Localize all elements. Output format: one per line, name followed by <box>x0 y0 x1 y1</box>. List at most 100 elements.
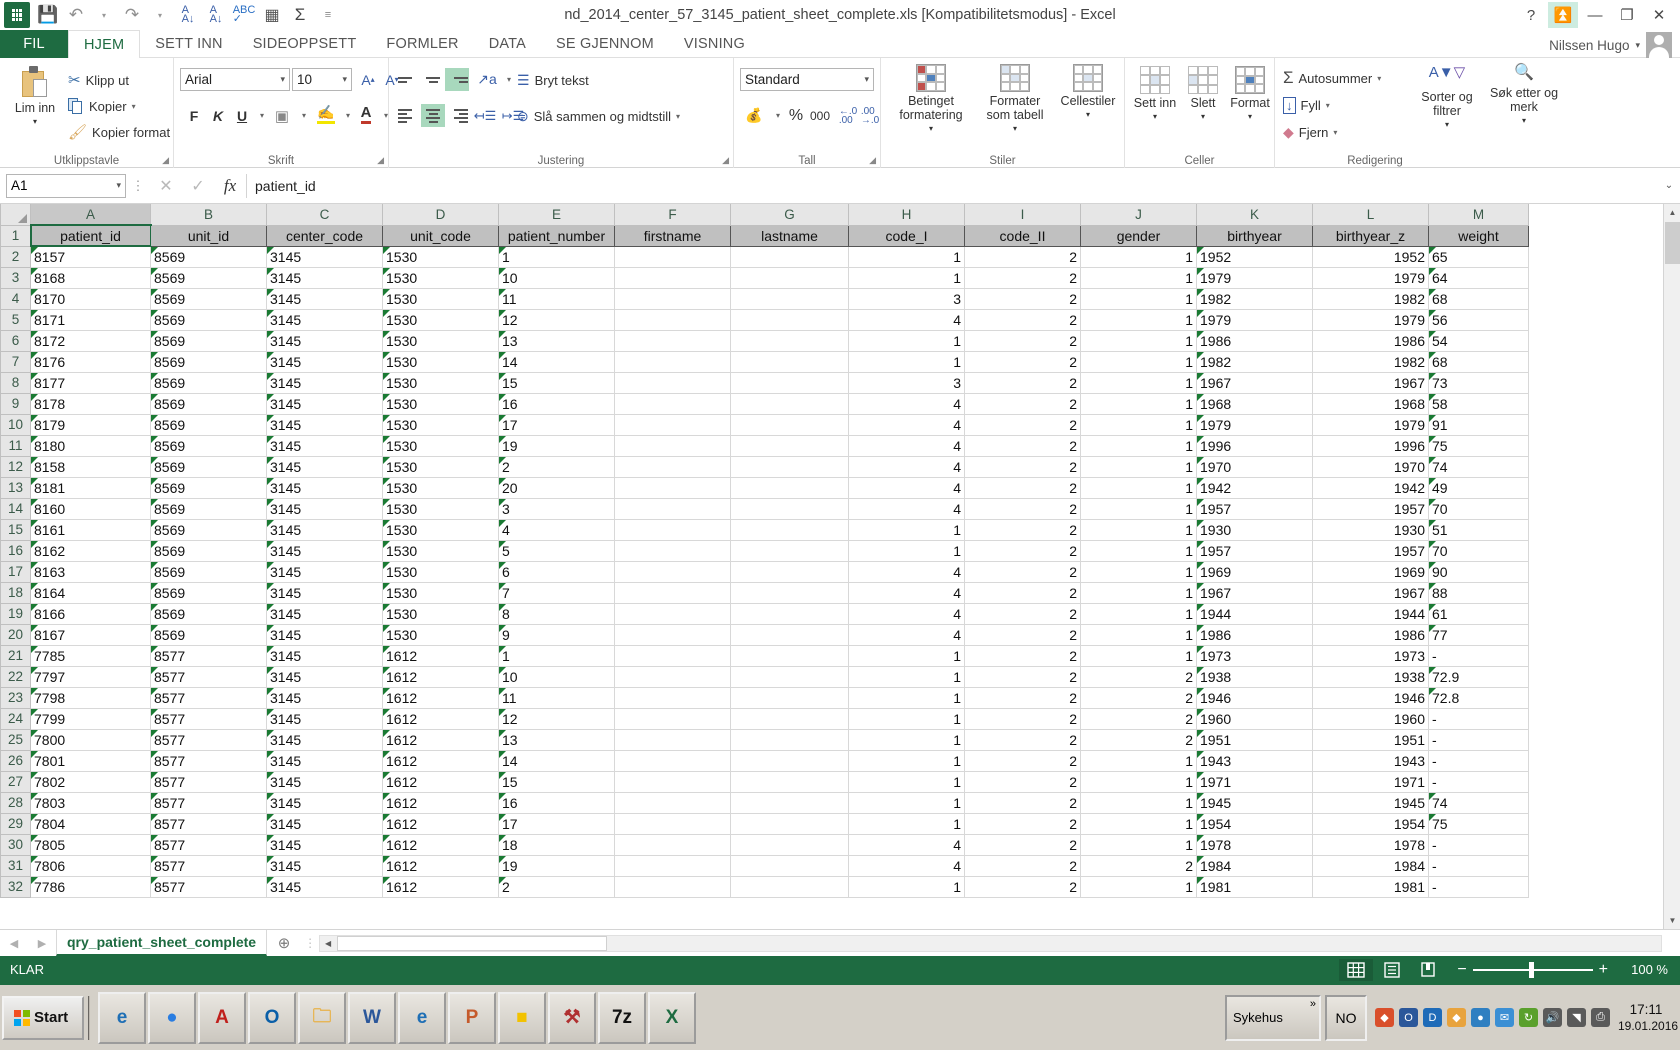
taskbar-powerpoint[interactable]: P <box>448 991 496 1044</box>
restore-icon[interactable]: ❐ <box>1612 2 1642 28</box>
cell-unit_id-27[interactable]: 8577 <box>150 770 267 793</box>
column-field-header-patient_number[interactable]: patient_number <box>498 224 615 247</box>
cell-styles-button[interactable]: Cellestiler ▾ <box>1057 64 1119 122</box>
formula-input[interactable]: patient_id <box>246 173 1658 198</box>
cell-gender-32[interactable]: 1 <box>1080 875 1197 898</box>
cell-code_II-11[interactable]: 2 <box>964 434 1081 457</box>
cell-birthyear_z-28[interactable]: 1945 <box>1312 791 1429 814</box>
cell-gender-21[interactable]: 1 <box>1080 644 1197 667</box>
cell-lastname-20[interactable] <box>730 623 849 646</box>
cell-lastname-2[interactable] <box>730 245 849 268</box>
cell-lastname-12[interactable] <box>730 455 849 478</box>
tray-globe-icon[interactable]: ● <box>1471 1008 1490 1027</box>
table-row[interactable]: 27 7802 8577 3145 1612 15 1 2 1 1971 1971- <box>0 770 1529 793</box>
cell-code_II-24[interactable]: 2 <box>964 707 1081 730</box>
cell-weight-21[interactable]: - <box>1428 644 1529 667</box>
cell-gender-28[interactable]: 1 <box>1080 791 1197 814</box>
cell-unit_id-14[interactable]: 8569 <box>150 497 267 520</box>
cell-birthyear_z-3[interactable]: 1979 <box>1312 266 1429 289</box>
undo-dropdown-icon[interactable]: ▾ <box>90 1 118 29</box>
cell-code_II-5[interactable]: 2 <box>964 308 1081 331</box>
wrap-text-button[interactable]: ☰ Bryt tekst <box>517 68 589 92</box>
column-field-header-code_II[interactable]: code_II <box>964 224 1081 247</box>
table-row[interactable]: 20 8167 8569 3145 1530 9 4 2 1 1986 1986 77 <box>0 623 1529 646</box>
row-header-9[interactable]: 9 <box>0 392 31 415</box>
cell-gender-15[interactable]: 1 <box>1080 518 1197 541</box>
cell-patient_id-11[interactable]: 8180 <box>30 434 151 457</box>
cell-birthyear_z-4[interactable]: 1982 <box>1312 287 1429 310</box>
table-row[interactable]: 12 8158 8569 3145 1530 2 4 2 1 1970 1970 74 <box>0 455 1529 478</box>
cell-unit_code-19[interactable]: 1530 <box>382 602 499 625</box>
alignment-dialog-launcher[interactable]: ◢ <box>722 155 729 166</box>
table-row[interactable]: 8 8177 8569 3145 1530 15 3 2 1 1967 1967 73 <box>0 371 1529 394</box>
cell-code_I-5[interactable]: 4 <box>848 308 965 331</box>
table-row[interactable]: 18 8164 8569 3145 1530 7 4 2 1 1967 1967 88 <box>0 581 1529 604</box>
table-row[interactable]: 5 8171 8569 3145 1530 12 4 2 1 1979 1979 56 <box>0 308 1529 331</box>
cell-birthyear-2[interactable]: 1952 <box>1196 245 1313 268</box>
align-right-button[interactable] <box>445 104 469 127</box>
cell-code_II-13[interactable]: 2 <box>964 476 1081 499</box>
tray-shield-icon[interactable]: ◆ <box>1447 1008 1466 1027</box>
cell-firstname-13[interactable] <box>614 476 731 499</box>
cell-lastname-30[interactable] <box>730 833 849 856</box>
cell-weight-3[interactable]: 64 <box>1428 266 1529 289</box>
cell-birthyear-29[interactable]: 1954 <box>1196 812 1313 835</box>
vertical-scrollbar[interactable]: ▲ ▼ <box>1663 204 1680 929</box>
cell-code_I-29[interactable]: 1 <box>848 812 965 835</box>
borders-dropdown-icon[interactable]: ▾ <box>292 104 316 127</box>
page-layout-view-button[interactable] <box>1375 959 1409 981</box>
column-header-G[interactable]: G <box>730 204 849 226</box>
worksheet-grid[interactable]: A B C D E F G H I J K L M 1 patient_id uni… <box>0 204 1680 929</box>
cell-unit_id-4[interactable]: 8569 <box>150 287 267 310</box>
cell-patient_number-21[interactable]: 1 <box>498 644 615 667</box>
cell-weight-27[interactable]: - <box>1428 770 1529 793</box>
cell-weight-31[interactable]: - <box>1428 854 1529 877</box>
cell-gender-22[interactable]: 2 <box>1080 665 1197 688</box>
start-button[interactable]: Start <box>2 995 84 1040</box>
format-cells-button[interactable]: Format ▾ <box>1227 66 1273 124</box>
cell-lastname-27[interactable] <box>730 770 849 793</box>
cell-birthyear_z-21[interactable]: 1973 <box>1312 644 1429 667</box>
conditional-dropdown-icon[interactable]: ▾ <box>929 122 933 136</box>
sort-descending-icon[interactable]: A A↓ <box>202 1 230 29</box>
cell-birthyear_z-19[interactable]: 1944 <box>1312 602 1429 625</box>
cell-gender-5[interactable]: 1 <box>1080 308 1197 331</box>
insert-dropdown-icon[interactable]: ▾ <box>1153 110 1157 124</box>
tray-mail-icon[interactable]: ✉ <box>1495 1008 1514 1027</box>
cell-firstname-27[interactable] <box>614 770 731 793</box>
tray-network-icon[interactable]: ◥ <box>1567 1008 1586 1027</box>
table-row[interactable]: 13 8181 8569 3145 1530 20 4 2 1 1942 1942 49 <box>0 476 1529 499</box>
cell-gender-18[interactable]: 1 <box>1080 581 1197 604</box>
column-field-header-firstname[interactable]: firstname <box>614 224 731 247</box>
sort-filter-button[interactable]: A▼▽ Sorter og filtrer ▾ <box>1411 65 1483 132</box>
column-field-header-weight[interactable]: weight <box>1428 224 1529 247</box>
cell-patient_id-15[interactable]: 8161 <box>30 518 151 541</box>
cell-firstname-14[interactable] <box>614 497 731 520</box>
cell-birthyear-24[interactable]: 1960 <box>1196 707 1313 730</box>
cell-birthyear_z-15[interactable]: 1930 <box>1312 518 1429 541</box>
cell-lastname-19[interactable] <box>730 602 849 625</box>
cell-code_I-17[interactable]: 4 <box>848 560 965 583</box>
cell-code_II-6[interactable]: 2 <box>964 329 1081 352</box>
cell-code_I-21[interactable]: 1 <box>848 644 965 667</box>
cell-unit_id-3[interactable]: 8569 <box>150 266 267 289</box>
cell-center_code-30[interactable]: 3145 <box>266 833 383 856</box>
cell-code_II-7[interactable]: 2 <box>964 350 1081 373</box>
user-account[interactable]: Nilssen Hugo ▾ <box>1549 31 1672 59</box>
cell-unit_code-8[interactable]: 1530 <box>382 371 499 394</box>
cell-unit_code-30[interactable]: 1612 <box>382 833 499 856</box>
cell-birthyear_z-10[interactable]: 1979 <box>1312 413 1429 436</box>
cell-weight-8[interactable]: 73 <box>1428 371 1529 394</box>
delete-dropdown-icon[interactable]: ▾ <box>1201 110 1205 124</box>
select-all-corner[interactable] <box>0 204 31 226</box>
cell-unit_id-15[interactable]: 8569 <box>150 518 267 541</box>
cell-center_code-31[interactable]: 3145 <box>266 854 383 877</box>
cell-weight-18[interactable]: 88 <box>1428 581 1529 604</box>
cell-weight-12[interactable]: 74 <box>1428 455 1529 478</box>
zoom-thumb[interactable] <box>1528 961 1534 978</box>
cell-code_II-27[interactable]: 2 <box>964 770 1081 793</box>
cell-weight-6[interactable]: 54 <box>1428 329 1529 352</box>
cell-birthyear-32[interactable]: 1981 <box>1196 875 1313 898</box>
cell-gender-14[interactable]: 1 <box>1080 497 1197 520</box>
cell-unit_code-22[interactable]: 1612 <box>382 665 499 688</box>
